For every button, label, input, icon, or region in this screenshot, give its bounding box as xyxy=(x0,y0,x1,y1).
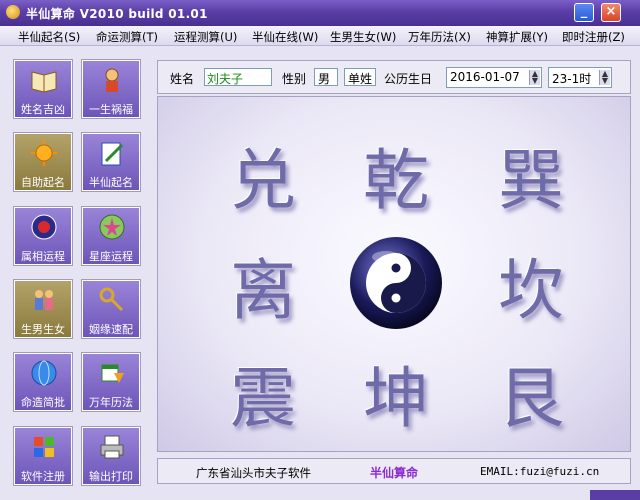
window-corner xyxy=(590,490,640,500)
app-icon xyxy=(6,5,20,19)
sidebar-button-print[interactable]: 输出打印 xyxy=(81,426,141,486)
menu-item-fate[interactable]: 命运测算(T) xyxy=(96,29,158,45)
birth-info-form: 姓名 刘夫子 性别 男 单姓 公历生日 2016-01-07 ▲ ▼ 23-1时 … xyxy=(157,60,631,94)
sidebar-label: 命造简批 xyxy=(21,396,65,409)
trigram-kan: 坎 xyxy=(498,252,564,329)
menu-item-fortune[interactable]: 运程测算(U) xyxy=(174,29,237,45)
pen-paper-icon xyxy=(101,142,124,166)
title-bar: 半仙算命 V2010 build 01.01 _ × xyxy=(0,0,640,26)
name-label: 姓名 xyxy=(170,72,195,86)
keys-icon xyxy=(99,287,124,312)
menu-item-gender[interactable]: 生男生女(W) xyxy=(330,29,396,45)
yin-yang-icon xyxy=(350,237,442,329)
trigram-li: 离 xyxy=(230,252,296,329)
sidebar-label: 软件注册 xyxy=(21,470,65,483)
sidebar-label: 属相运程 xyxy=(21,250,65,263)
menu-item-calendar[interactable]: 万年历法(X) xyxy=(408,29,471,45)
window-title: 半仙算命 V2010 build 01.01 xyxy=(26,7,208,21)
trigram-dui: 兑 xyxy=(230,142,296,219)
star-globe-icon xyxy=(99,214,125,240)
gender-label: 性别 xyxy=(282,72,307,86)
sidebar-button-marriage-match[interactable]: 姻缘速配 xyxy=(81,279,141,339)
gender-select[interactable]: 男 xyxy=(314,68,338,86)
hour-spin-icon[interactable]: ▲ ▼ xyxy=(599,70,610,85)
company-text: 广东省汕头市夫子软件 xyxy=(196,466,311,480)
sidebar-button-zodiac-fortune[interactable]: 属相运程 xyxy=(13,206,73,266)
bagua-panel: 兑 乾 巽 离 坎 震 坤 艮 xyxy=(157,96,631,452)
sidebar-button-software-register[interactable]: 软件注册 xyxy=(13,426,73,486)
windows-logo-icon xyxy=(34,437,54,457)
printer-icon xyxy=(100,435,124,459)
kids-icon xyxy=(35,290,53,310)
sidebar-label: 自助起名 xyxy=(21,176,65,189)
product-name: 半仙算命 xyxy=(370,466,419,480)
sidebar-label: 星座运程 xyxy=(89,250,133,263)
name-input[interactable]: 刘夫子 xyxy=(204,68,272,86)
surname-type-select[interactable]: 单姓 xyxy=(344,68,376,86)
sidebar-button-lifetime-fortune[interactable]: 一生祸福 xyxy=(81,59,141,119)
birth-hour-value: 23-1时 xyxy=(552,72,592,86)
minimize-button[interactable]: _ xyxy=(574,3,594,22)
menu-bar: 半仙起名(S) 命运测算(T) 运程测算(U) 半仙在线(W) 生男生女(W) … xyxy=(0,26,640,46)
trigram-zhen: 震 xyxy=(230,360,296,437)
menu-item-online[interactable]: 半仙在线(W) xyxy=(252,29,318,45)
sun-icon xyxy=(31,140,57,166)
sidebar-label: 半仙起名 xyxy=(89,176,133,189)
status-bar: 广东省汕头市夫子软件 半仙算命 EMAIL:fuzi@fuzi.cn xyxy=(157,458,631,484)
trigram-gen: 艮 xyxy=(498,360,564,437)
sidebar-button-baby-gender[interactable]: 生男生女 xyxy=(13,279,73,339)
sidebar-button-destiny-brief[interactable]: 命造简批 xyxy=(13,352,73,412)
zodiac-wheel-icon xyxy=(31,214,57,240)
date-spin-icon[interactable]: ▲ ▼ xyxy=(529,70,540,85)
menu-item-naming[interactable]: 半仙起名(S) xyxy=(18,29,80,45)
figure-icon xyxy=(105,68,119,92)
trigram-xun: 巽 xyxy=(498,142,564,219)
sidebar-label: 生男生女 xyxy=(21,323,65,336)
sidebar-label: 姻缘速配 xyxy=(89,323,133,336)
blue-globe-icon xyxy=(31,360,57,386)
sidebar-label: 万年历法 xyxy=(89,396,133,409)
menu-item-register[interactable]: 即时注册(Z) xyxy=(562,29,625,45)
birth-date-picker[interactable]: 2016-01-07 ▲ ▼ xyxy=(446,67,542,88)
sidebar-label: 姓名吉凶 xyxy=(21,103,65,116)
trigram-qian: 乾 xyxy=(363,142,429,219)
sidebar-button-self-naming[interactable]: 自助起名 xyxy=(13,132,73,192)
birth-date-label: 公历生日 xyxy=(384,72,433,86)
sidebar-button-constellation-fortune[interactable]: 星座运程 xyxy=(81,206,141,266)
birth-date-value: 2016-01-07 xyxy=(450,70,520,84)
menu-item-extensions[interactable]: 神算扩展(Y) xyxy=(486,29,548,45)
calendar-icon xyxy=(101,364,124,383)
book-icon xyxy=(31,71,57,93)
email-link[interactable]: EMAIL:fuzi@fuzi.cn xyxy=(480,465,599,478)
close-button[interactable]: × xyxy=(601,3,621,22)
birth-hour-picker[interactable]: 23-1时 ▲ ▼ xyxy=(548,67,612,88)
sidebar-button-master-naming[interactable]: 半仙起名 xyxy=(81,132,141,192)
sidebar-label: 输出打印 xyxy=(89,470,133,483)
sidebar-button-name-luck[interactable]: 姓名吉凶 xyxy=(13,59,73,119)
trigram-kun: 坤 xyxy=(363,360,429,437)
sidebar-button-perpetual-calendar[interactable]: 万年历法 xyxy=(81,352,141,412)
sidebar-label: 一生祸福 xyxy=(89,103,133,116)
